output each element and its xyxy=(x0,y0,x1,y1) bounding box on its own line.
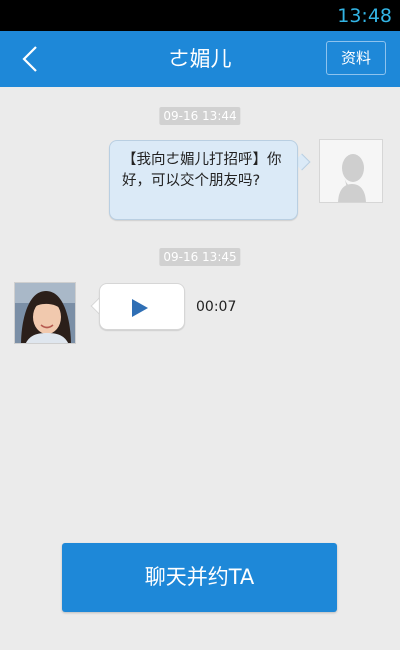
outgoing-message-bubble[interactable]: 【我向ㄜ媚儿打招呼】你好，可以交个朋友吗? xyxy=(109,140,298,220)
play-icon[interactable] xyxy=(131,298,149,318)
contact-photo xyxy=(15,283,75,343)
back-button[interactable] xyxy=(10,39,50,79)
default-avatar-icon xyxy=(320,140,382,202)
contact-avatar[interactable] xyxy=(14,282,76,344)
voice-duration: 00:07 xyxy=(196,299,237,315)
chevron-left-icon xyxy=(22,46,37,72)
message-timestamp: 09-16 13:45 xyxy=(159,248,241,266)
profile-button[interactable]: 资料 xyxy=(326,41,386,75)
status-bar: 13:48 xyxy=(0,0,400,31)
status-time: 13:48 xyxy=(337,5,392,27)
message-timestamp: 09-16 13:44 xyxy=(159,107,241,125)
my-avatar[interactable] xyxy=(319,139,383,203)
chat-and-date-button[interactable]: 聊天并约TA xyxy=(62,543,337,612)
title-bar: ㄜ媚儿 资料 xyxy=(0,31,400,87)
